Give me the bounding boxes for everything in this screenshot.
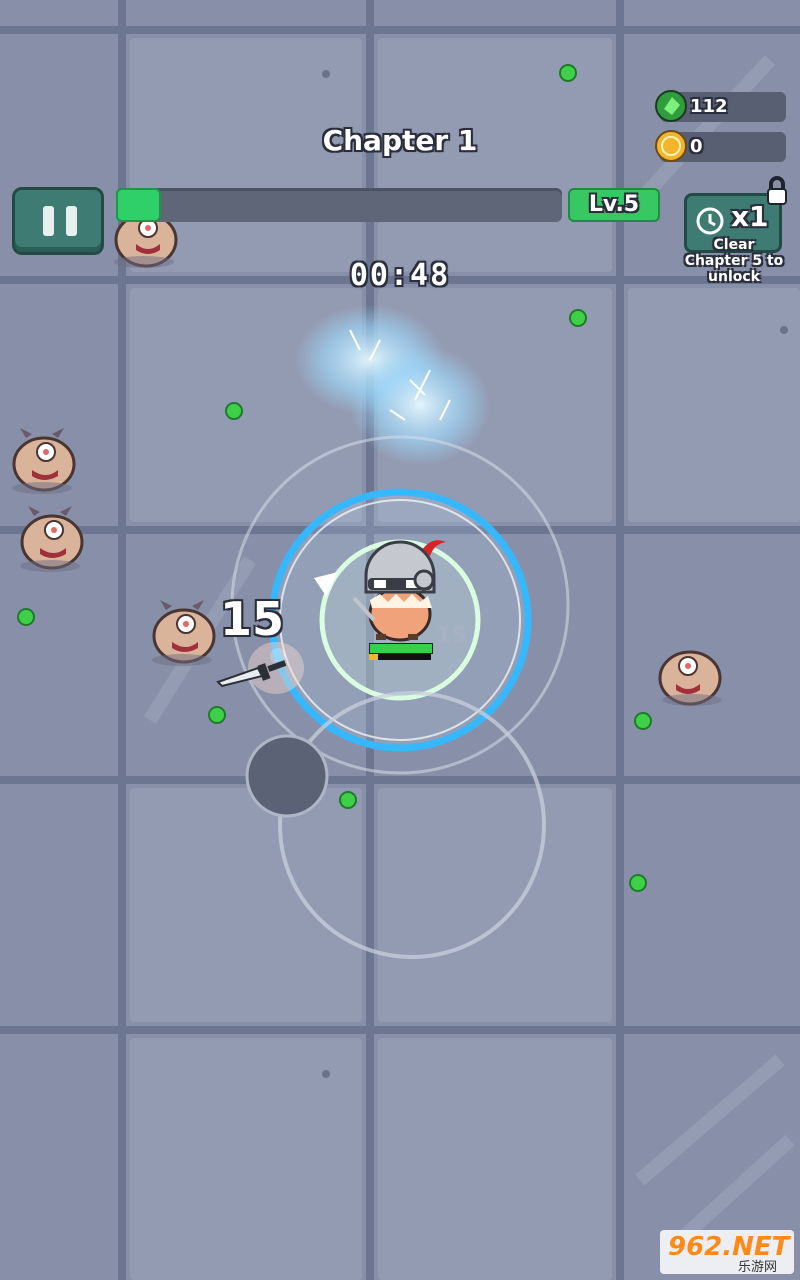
- gem-counter: 112: [655, 90, 786, 122]
- player-health-fill: [370, 644, 432, 653]
- site-watermark: 962.NET 乐游网: [660, 1230, 794, 1275]
- speed-unlock-note: Clear Chapter 5 to unlock: [684, 237, 784, 285]
- coin-counter: 0: [655, 130, 786, 162]
- cyclops-monster: [152, 600, 216, 666]
- pause-button[interactable]: [12, 187, 104, 255]
- coin-count: 0: [690, 136, 703, 157]
- clock-speed-icon: [696, 207, 724, 235]
- experience-bar-fill: [116, 188, 161, 222]
- gem-count: 112: [690, 96, 728, 117]
- watermark-subtext: 乐游网: [738, 1260, 778, 1275]
- player-xp-mini-fill: [369, 654, 379, 660]
- cyclops-monster: [658, 650, 722, 706]
- aim-arrow-icon: [314, 572, 338, 596]
- player-xp-mini-bar: [369, 654, 431, 660]
- joystick-knob: [245, 734, 329, 818]
- game-stage[interactable]: Chapter 1 Lv.5 00:48 112 0 x1 Clear Chap…: [0, 0, 800, 1280]
- damage-number-faded: 15: [436, 624, 467, 649]
- dagger-projectile: [216, 660, 287, 688]
- cyclops-monster: [20, 506, 84, 572]
- gem-icon: [655, 90, 687, 122]
- damage-number: 15: [220, 592, 285, 646]
- level-badge: Lv.5: [568, 188, 660, 222]
- virtual-joystick[interactable]: [240, 690, 550, 960]
- speed-multiplier: x1: [731, 200, 769, 233]
- experience-bar: [116, 188, 562, 222]
- lock-icon: [767, 176, 787, 205]
- player-health-bar: [369, 643, 433, 654]
- coin-icon: [655, 130, 687, 162]
- cyclops-monster: [12, 428, 76, 494]
